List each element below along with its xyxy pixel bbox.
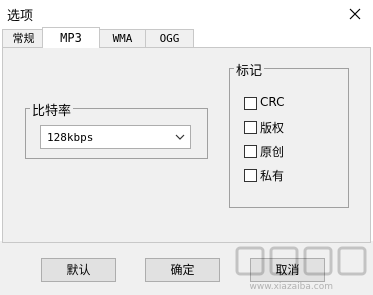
chevron-down-icon — [175, 134, 185, 140]
checkbox-crc-box[interactable] — [244, 97, 257, 110]
checkbox-original-label: 原创 — [260, 145, 285, 159]
watermark-url: www.xiazaiba.com — [249, 282, 333, 292]
close-icon[interactable] — [345, 4, 365, 24]
tab-general-label: 常规 — [12, 32, 35, 45]
tab-general[interactable]: 常规 — [2, 29, 45, 47]
tab-ogg[interactable]: OGG — [145, 29, 194, 47]
window-title: 选项 — [7, 9, 34, 24]
tab-mp3[interactable]: MP3 — [42, 27, 100, 48]
tab-wma-label: WMA — [112, 32, 133, 45]
bitrate-legend: 比特率 — [30, 100, 74, 119]
checkbox-private-label: 私有 — [260, 169, 285, 183]
button-row: 默认 确定 取消 www.xiazaiba.com — [0, 241, 373, 295]
checkbox-copyright-box[interactable] — [244, 121, 257, 134]
checkbox-private-box[interactable] — [244, 169, 257, 182]
checkbox-crc-label: CRC — [260, 95, 285, 109]
bitrate-select[interactable]: 128kbps — [40, 125, 191, 149]
tags-group: 标记 CRC 版权 原创 私有 — [229, 60, 349, 208]
tab-panel: 比特率 128kbps 标记 CRC 版权 原创 私有 — [2, 47, 371, 243]
tab-ogg-label: OGG — [159, 32, 180, 45]
default-button[interactable]: 默认 — [41, 258, 116, 282]
tab-mp3-label: MP3 — [60, 31, 82, 45]
checkbox-original-box[interactable] — [244, 145, 257, 158]
tags-legend: 标记 — [234, 60, 265, 79]
bitrate-group: 比特率 128kbps — [25, 100, 208, 159]
checkbox-copyright-label: 版权 — [260, 121, 285, 135]
tab-wma[interactable]: WMA — [98, 29, 147, 47]
bitrate-value: 128kbps — [47, 131, 94, 144]
ok-button[interactable]: 确定 — [145, 258, 220, 282]
title-bar: 选项 — [0, 0, 373, 28]
watermark-logo — [235, 246, 367, 276]
tab-bar: 常规 MP3 WMA OGG — [0, 27, 373, 48]
